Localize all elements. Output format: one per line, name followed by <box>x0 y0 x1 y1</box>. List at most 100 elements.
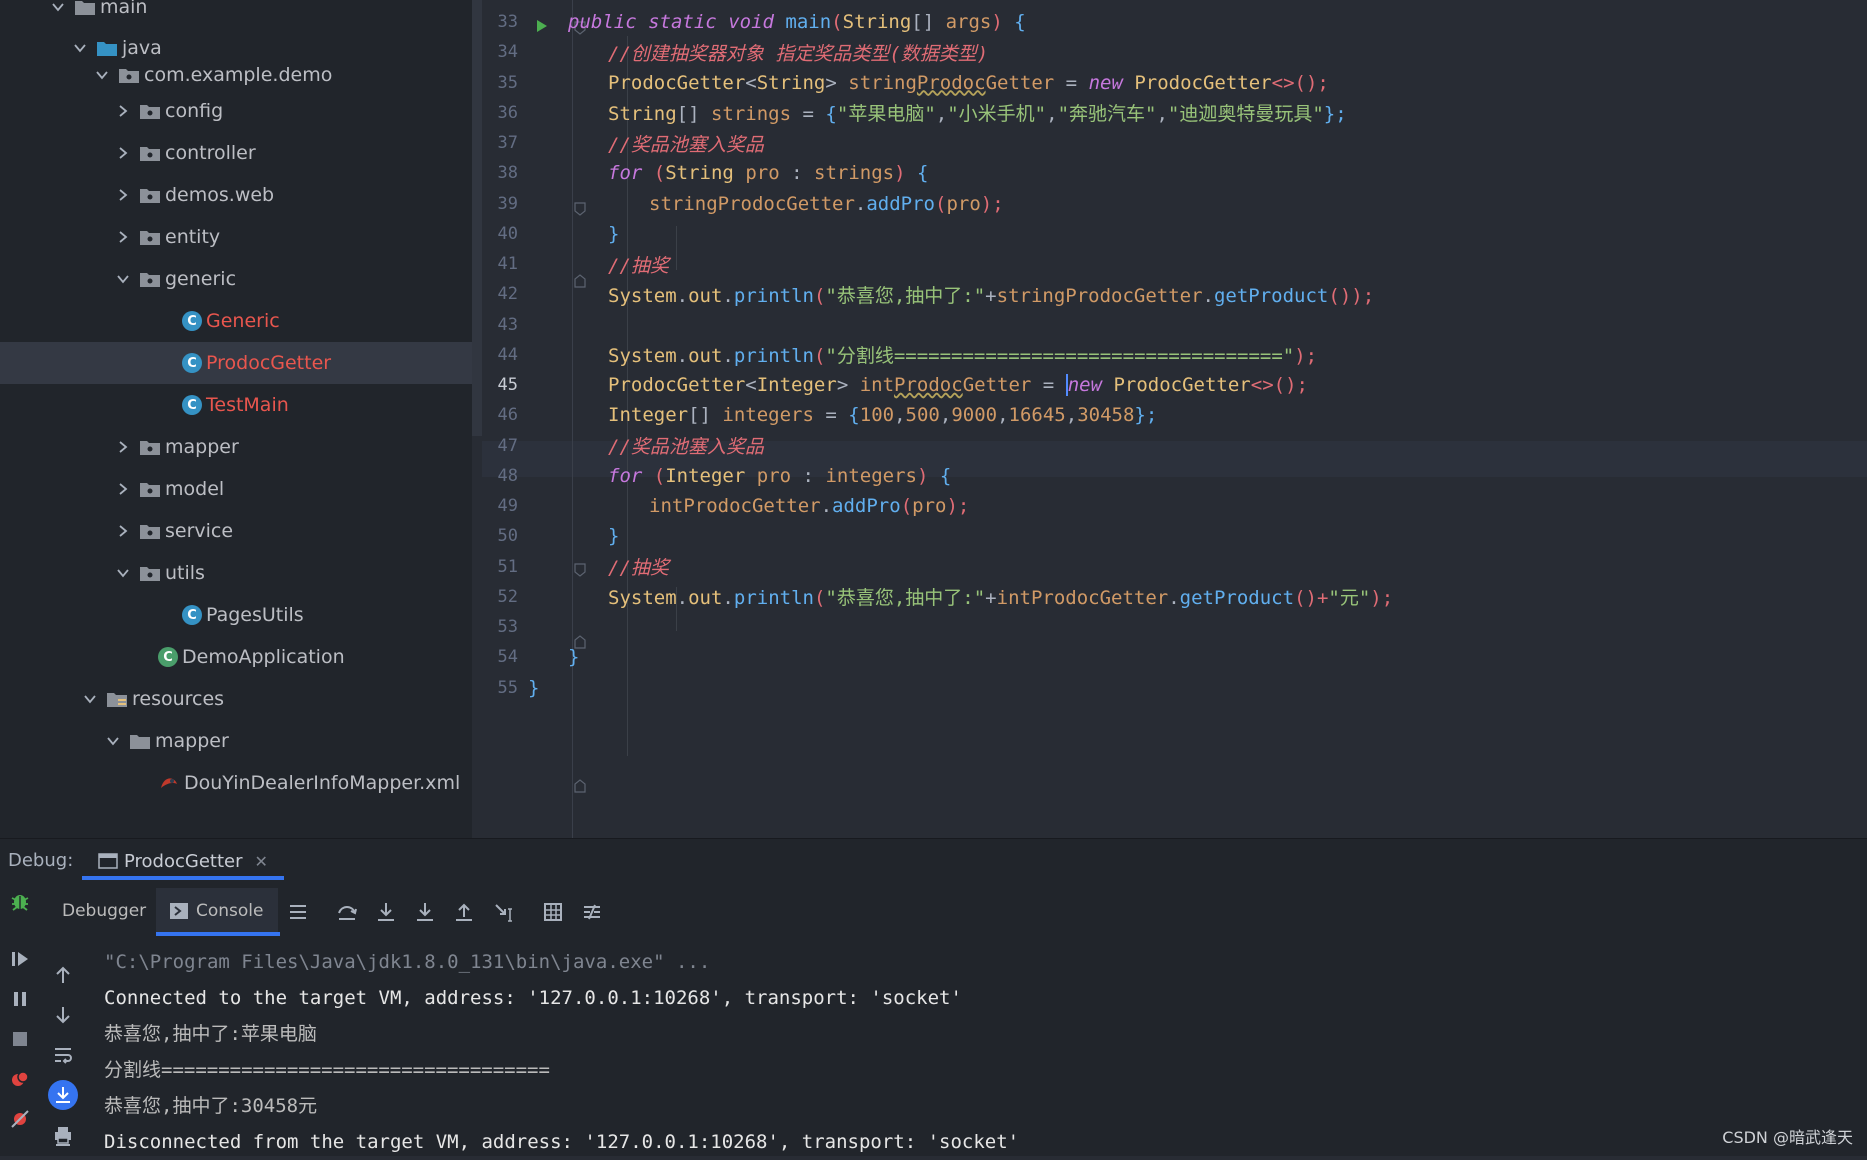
chevron-down-icon[interactable] <box>80 692 100 706</box>
line-number[interactable]: 38 <box>482 163 518 183</box>
line-number[interactable]: 37 <box>482 133 518 153</box>
tree-item-prodocgetter[interactable]: C ProdocGetter <box>0 342 472 384</box>
tree-scrollbar[interactable] <box>472 0 482 436</box>
step-out-icon[interactable] <box>452 900 476 924</box>
code-text[interactable]: //奖品池塞入奖品 <box>608 130 764 157</box>
evaluate-expression-icon[interactable] <box>541 900 565 924</box>
code-text[interactable]: System.out.println("恭喜您,抽中了:"+stringProd… <box>608 281 1374 308</box>
line-number[interactable]: 47 <box>482 436 518 456</box>
code-text[interactable]: System.out.println("恭喜您,抽中了:"+intProdocG… <box>608 583 1393 610</box>
chevron-right-icon[interactable] <box>113 230 133 244</box>
tree-item-entity[interactable]: entity <box>0 216 472 258</box>
mute-breakpoints-icon[interactable] <box>7 1106 33 1132</box>
code-text[interactable]: //创建抽奖器对象 指定奖品类型(数据类型) <box>608 39 988 66</box>
line-number[interactable]: 45 <box>482 375 518 395</box>
line-number[interactable]: 35 <box>482 73 518 93</box>
line-number[interactable]: 50 <box>482 526 518 546</box>
line-number[interactable]: 55 <box>482 678 518 698</box>
chevron-right-icon[interactable] <box>113 482 133 496</box>
menu-icon[interactable] <box>286 900 310 924</box>
code-text[interactable]: Integer[] integers = {100,500,9000,16645… <box>608 404 1157 426</box>
line-number[interactable]: 49 <box>482 496 518 516</box>
line-number[interactable]: 34 <box>482 42 518 62</box>
code-text[interactable]: } <box>608 223 619 245</box>
line-number[interactable]: 43 <box>482 315 518 335</box>
console-output[interactable]: "C:\Program Files\Java\jdk1.8.0_131\bin\… <box>104 944 1019 1160</box>
tree-item-utils[interactable]: utils <box>0 552 472 594</box>
line-number[interactable]: 53 <box>482 617 518 637</box>
line-number[interactable]: 33 <box>482 12 518 32</box>
line-number[interactable]: 42 <box>482 284 518 304</box>
chevron-down-icon[interactable] <box>48 0 68 14</box>
tree-item-resources[interactable]: resources <box>0 678 472 720</box>
tab-console[interactable]: Console <box>156 888 278 934</box>
tree-item-pagesutils[interactable]: C PagesUtils <box>0 594 472 636</box>
code-text[interactable]: for (Integer pro : integers) { <box>608 465 951 487</box>
code-text[interactable]: String[] strings = {"苹果电脑","小米手机","奔驰汽车"… <box>608 99 1347 126</box>
resume-icon[interactable] <box>7 946 33 972</box>
tree-item-generic[interactable]: generic <box>0 258 472 300</box>
code-editor[interactable]: 33 public static void main(String[] args)… <box>482 0 1867 838</box>
chevron-down-icon[interactable] <box>113 272 133 286</box>
scroll-to-end-icon[interactable] <box>48 1080 78 1110</box>
tree-item-model[interactable]: model <box>0 468 472 510</box>
line-number[interactable]: 51 <box>482 557 518 577</box>
code-text[interactable]: ProdocGetter<Integer> intProdocGetter = … <box>608 374 1308 396</box>
line-number[interactable]: 40 <box>482 224 518 244</box>
line-number[interactable]: 48 <box>482 466 518 486</box>
code-text[interactable]: //抽奖 <box>608 251 669 278</box>
trash-icon[interactable] <box>50 1144 76 1156</box>
run-to-cursor-icon[interactable] <box>492 900 516 924</box>
tree-item-xml-file[interactable]: DouYinDealerInfoMapper.xml <box>0 762 472 804</box>
code-text[interactable]: for (String pro : strings) { <box>608 162 928 184</box>
line-number[interactable]: 44 <box>482 345 518 365</box>
chevron-down-icon[interactable] <box>103 734 123 748</box>
view-breakpoints-icon[interactable] <box>7 1066 33 1092</box>
line-number[interactable]: 46 <box>482 405 518 425</box>
chevron-right-icon[interactable] <box>113 146 133 160</box>
tree-item-demoapplication[interactable]: C DemoApplication <box>0 636 472 678</box>
arrow-down-icon[interactable] <box>50 1002 76 1028</box>
chevron-down-icon[interactable] <box>70 41 90 55</box>
line-number[interactable]: 41 <box>482 254 518 274</box>
force-step-into-icon[interactable] <box>413 900 437 924</box>
fold-end-marker-icon[interactable] <box>574 778 586 793</box>
tree-item-main[interactable]: main <box>0 0 472 28</box>
arrow-up-icon[interactable] <box>50 962 76 988</box>
code-text[interactable]: } <box>528 677 539 699</box>
code-text[interactable]: ProdocGetter<String> stringProdocGetter … <box>608 72 1329 94</box>
chevron-right-icon[interactable] <box>113 104 133 118</box>
code-text[interactable]: } <box>568 646 579 668</box>
tree-item-mapper-folder[interactable]: mapper <box>0 720 472 762</box>
chevron-down-icon[interactable] <box>113 566 133 580</box>
debug-session-tab[interactable]: ProdocGetter ✕ <box>98 842 268 880</box>
step-into-icon[interactable] <box>374 900 398 924</box>
code-text[interactable]: //奖品池塞入奖品 <box>608 432 764 459</box>
tree-item-testmain[interactable]: C TestMain <box>0 384 472 426</box>
tree-item-controller[interactable]: controller <box>0 132 472 174</box>
chevron-down-icon[interactable] <box>92 68 112 82</box>
tab-debugger[interactable]: Debugger <box>62 888 146 934</box>
line-number[interactable]: 54 <box>482 647 518 667</box>
trace-settings-icon[interactable] <box>580 900 604 924</box>
tree-item-generic-class[interactable]: C Generic <box>0 300 472 342</box>
line-number[interactable]: 39 <box>482 194 518 214</box>
chevron-right-icon[interactable] <box>113 188 133 202</box>
stop-icon[interactable] <box>7 1026 33 1052</box>
pause-icon[interactable] <box>7 986 33 1012</box>
soft-wrap-icon[interactable] <box>50 1042 76 1068</box>
line-number[interactable]: 52 <box>482 587 518 607</box>
code-text[interactable]: //抽奖 <box>608 553 669 580</box>
chevron-right-icon[interactable] <box>113 524 133 538</box>
tree-item-demos-web[interactable]: demos.web <box>0 174 472 216</box>
code-text[interactable]: stringProdocGetter.addPro(pro); <box>649 193 1004 215</box>
line-number[interactable]: 36 <box>482 103 518 123</box>
code-text[interactable]: System.out.println("分割线=================… <box>608 341 1317 368</box>
code-text[interactable]: public static void main(String[] args) { <box>568 11 1026 33</box>
code-line[interactable]: 55} <box>482 670 1867 706</box>
tree-item-mapper-package[interactable]: mapper <box>0 426 472 468</box>
chevron-right-icon[interactable] <box>113 440 133 454</box>
code-text[interactable]: intProdocGetter.addPro(pro); <box>649 495 969 517</box>
tree-item-config[interactable]: config <box>0 90 472 132</box>
close-icon[interactable]: ✕ <box>255 852 268 871</box>
